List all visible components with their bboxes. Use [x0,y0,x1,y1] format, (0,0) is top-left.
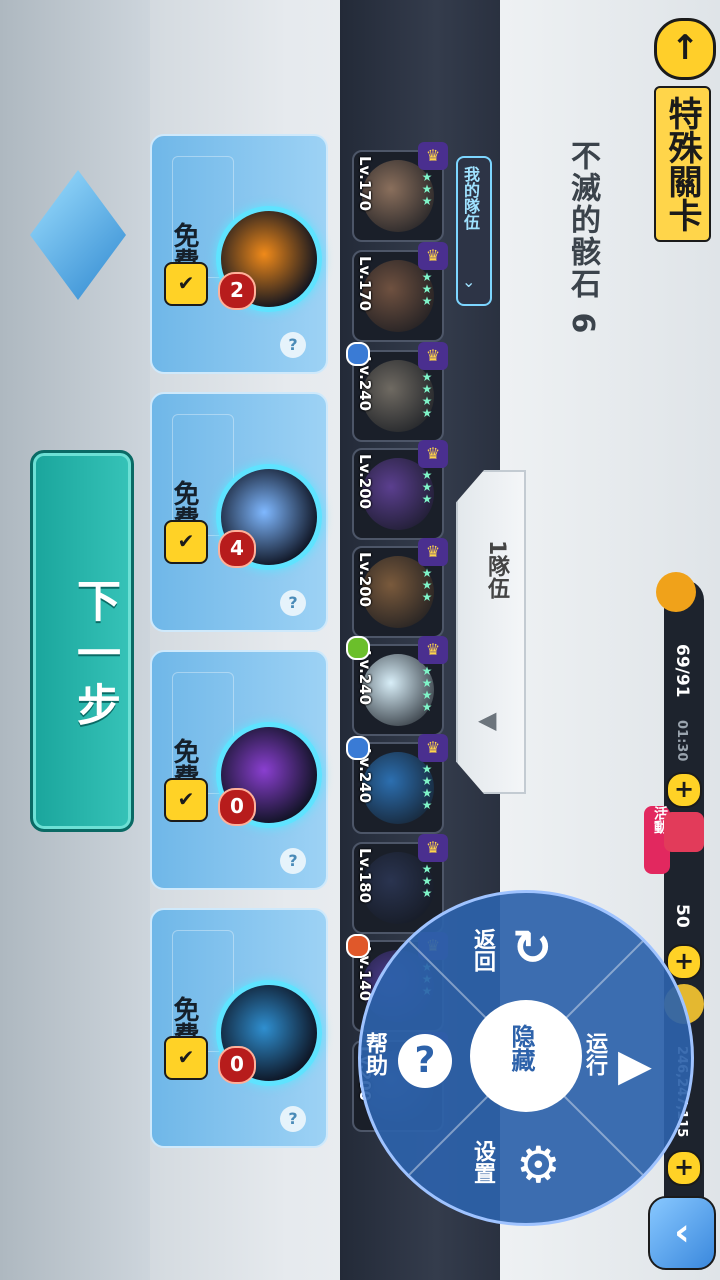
undo-icon: ↻ [512,920,553,976]
chevron-down-icon: ⌄ [462,272,476,291]
stage-name: 不滅的骸石 6 [565,140,600,336]
play-icon: ▶ [618,1040,652,1091]
hero-level: Lv.200 [356,552,374,608]
skill-card[interactable]: 免費 ✔ 2? [150,134,328,374]
element-icon [346,934,370,958]
crown-icon: ♛ [418,242,448,270]
select-checkbox[interactable]: ✔ [164,520,208,564]
crown-icon: ♛ [418,538,448,566]
radial-hide-label: 隐藏 [507,1024,535,1072]
radial-run-label: 运行 [582,1032,607,1076]
hero-level: Lv.200 [356,454,374,510]
back-button[interactable]: ↑ [654,18,716,80]
select-checkbox[interactable]: ✔ [164,778,208,822]
skill-count-badge: 4 [218,530,256,568]
gem-icon [664,812,704,852]
my-team-label: 我的隊伍 [461,166,480,230]
gear-icon: ⚙ [516,1136,561,1194]
crown-icon: ♛ [418,636,448,664]
page-title: 特殊關卡 [654,86,711,242]
radial-settings-label: 设置 [470,1140,495,1184]
help-icon[interactable]: ? [280,590,306,616]
help-icon[interactable]: ? [280,1106,306,1132]
skill-count-badge: 2 [218,272,256,310]
chevron-left-icon: ‹ [674,1210,690,1254]
element-icon [346,736,370,760]
hero-level: Lv.170 [356,156,374,212]
arrow-back-icon: ↑ [670,28,700,68]
crown-icon: ♛ [418,734,448,762]
crown-icon: ♛ [418,834,448,862]
element-icon [346,636,370,660]
radial-back-label: 返回 [470,928,495,972]
skill-count-badge: 0 [218,788,256,826]
stamina-value: 69/91 [672,644,692,698]
radial-help-label: 帮助 [362,1032,387,1076]
hero-level: Lv.180 [356,848,374,904]
crown-icon: ♛ [418,342,448,370]
add-stamina-button[interactable]: + [666,772,702,808]
element-icon [346,342,370,366]
triangle-left-icon: ◀ [478,706,497,734]
skill-count-badge: 0 [218,1046,256,1084]
gem-value: 50 [672,904,692,928]
help-icon[interactable]: ? [280,848,306,874]
next-step-label: 下一步 [69,578,120,734]
skill-card[interactable]: 免費 ✔ 4? [150,392,328,632]
crown-icon: ♛ [418,142,448,170]
corner-chevron-button[interactable]: ‹ [648,1196,716,1270]
skill-card[interactable]: 免費 ✔ 0? [150,908,328,1148]
hero-level: Lv.170 [356,256,374,312]
select-checkbox[interactable]: ✔ [164,262,208,306]
add-gold-button[interactable]: + [666,1150,702,1186]
help-icon: ? [398,1034,452,1088]
team-tab[interactable] [456,470,526,794]
select-checkbox[interactable]: ✔ [164,1036,208,1080]
skill-card[interactable]: 免費 ✔ 0? [150,650,328,890]
stamina-timer: 01:30 [674,720,689,762]
crown-icon: ♛ [418,440,448,468]
help-icon[interactable]: ? [280,332,306,358]
stamina-icon [656,572,696,612]
team-tab-label: 1隊伍 [484,540,509,600]
